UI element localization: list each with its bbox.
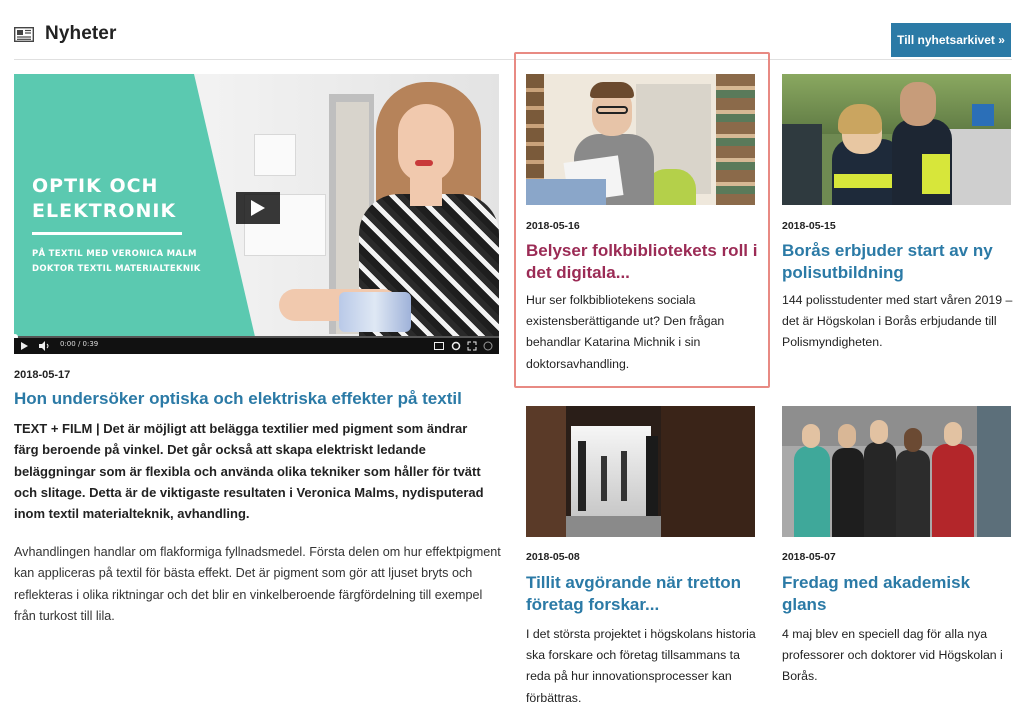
card-date: 2018-05-07 [782, 551, 836, 563]
card-date: 2018-05-08 [526, 551, 580, 563]
robe-black [864, 442, 896, 537]
person-face [838, 424, 856, 448]
person-silhouette [621, 451, 627, 501]
video-subtitle-line2: DOKTOR TEXTIL MATERIALTEKNIK [32, 264, 201, 274]
card-title-link[interactable]: Tillit avgörande när tretton företag for… [526, 572, 761, 615]
person-face [870, 420, 888, 444]
main-article-lead: TEXT + FILM | Det är möjligt att belägga… [14, 421, 484, 522]
card-image-police[interactable] [782, 74, 1011, 205]
floor-reflection [566, 516, 661, 537]
play-button[interactable] [236, 192, 280, 224]
video-textile-sleeve [339, 292, 411, 332]
main-article-body: Avhandlingen handlar om flakformiga fyll… [14, 545, 501, 623]
glasses-icon [596, 106, 628, 114]
video-title: OPTIK OCH ELEKTRONIK [32, 174, 232, 224]
vimeo-logo-icon[interactable] [483, 341, 493, 351]
main-article-title-link[interactable]: Hon undersöker optiska och elektriska ef… [14, 388, 504, 409]
video-time: 0:00 / 0:39 [60, 340, 99, 348]
bookshelf-right [716, 74, 755, 205]
card-text: Hur ser folkbibliotekens sociala existen… [526, 293, 725, 371]
wood-wall-left [526, 406, 566, 537]
person-silhouette [646, 436, 658, 516]
card-text: 4 maj blev en speciell dag för alla nya … [782, 627, 1003, 684]
video-title-rule [32, 232, 182, 235]
card-date: 2018-05-15 [782, 220, 836, 232]
settings-icon[interactable] [451, 341, 461, 351]
main-article-date: 2018-05-17 [14, 369, 71, 381]
video-controls: 0:00 / 0:39 [14, 338, 499, 354]
window-frame [977, 406, 1011, 537]
card-title-link[interactable]: Belyser folkbibliotekets roll i det digi… [526, 240, 761, 283]
fullscreen-icon[interactable] [467, 341, 477, 351]
reflective-vest-left [834, 174, 900, 188]
video-subtitle: PÅ TEXTIL MED VERONICA MALM DOKTOR TEXTI… [32, 247, 252, 277]
person-silhouette [578, 441, 586, 511]
dress-black [896, 450, 930, 537]
card-image-academics[interactable] [782, 406, 1011, 537]
volume-icon[interactable] [38, 341, 50, 351]
page-title: Nyheter [45, 23, 117, 44]
card-title-link[interactable]: Borås erbjuder start av ny polisutbildni… [782, 240, 1017, 283]
video-subtitle-line1: PÅ TEXTIL MED VERONICA MALM [32, 249, 197, 259]
video-title-line1: OPTIK OCH [32, 175, 159, 197]
video-title-line2: ELEKTRONIK [32, 200, 177, 222]
officer-face-right [900, 82, 936, 126]
robe-teal [794, 446, 830, 537]
person-jeans [526, 179, 606, 205]
card-date: 2018-05-16 [526, 220, 580, 232]
video-person-face [398, 104, 454, 182]
small-play-icon[interactable] [20, 341, 29, 351]
robe-black [832, 448, 864, 537]
newspaper-icon [14, 27, 34, 42]
play-icon [251, 200, 265, 216]
road-sign-icon [972, 104, 994, 126]
wood-wall-right [661, 406, 755, 537]
card-text: I det största projektet i högskolans his… [526, 627, 756, 705]
person-face [904, 428, 922, 452]
reflective-vest-right [922, 154, 950, 194]
card-text: 144 polisstudenter med start våren 2019 … [782, 293, 1013, 350]
video-player[interactable]: OPTIK OCH ELEKTRONIK PÅ TEXTIL MED VERON… [14, 74, 499, 354]
person-silhouette [601, 456, 607, 501]
person-face [944, 422, 962, 446]
person-hair [590, 82, 634, 98]
video-lab-box [254, 134, 296, 176]
person-face [802, 424, 820, 448]
news-archive-button[interactable]: Till nyhetsarkivet » [891, 23, 1011, 57]
officer-hair-left [838, 104, 882, 134]
robe-red [932, 444, 974, 537]
card-title-link[interactable]: Fredag med akademisk glans [782, 572, 1017, 615]
card-image-corridor[interactable] [526, 406, 755, 537]
header-divider [14, 59, 1012, 60]
captions-icon[interactable] [434, 342, 444, 350]
officer-far-left [782, 124, 822, 205]
card-image-library[interactable] [526, 74, 755, 205]
video-person-lips [415, 160, 433, 166]
